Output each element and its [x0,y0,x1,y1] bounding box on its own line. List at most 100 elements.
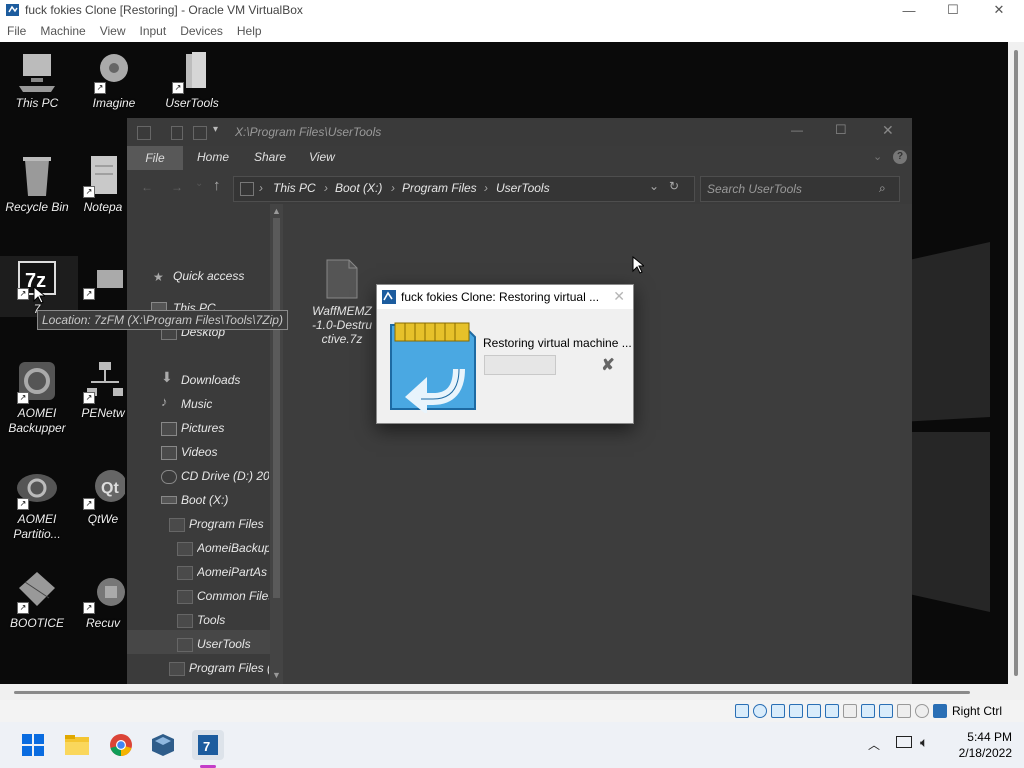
address-bar-row: ← → ⌄ ↑ › This PC › Boot (X:) › Program … [127,170,912,204]
display-status-icon[interactable] [842,704,857,718]
nav-boot-drive[interactable]: Boot (X:) [181,493,228,507]
cd-drive-icon [161,470,177,484]
nav-videos[interactable]: Videos [181,445,217,459]
menu-machine[interactable]: Machine [33,24,92,38]
folder-icon [177,566,193,580]
nav-program-files[interactable]: Program Files [189,517,264,531]
video-capture-status-icon[interactable] [860,704,875,718]
desktop-icon-aomei-partition[interactable]: ↗ AOMEI Partitio... [0,466,78,542]
show-hidden-icons-chevron-icon[interactable]: ︿ [868,736,880,753]
address-dropdown-icon[interactable]: ⌄ [649,179,659,193]
desktop-icon-usertools[interactable]: ↗ UserTools [151,50,233,111]
help-icon[interactable]: ? [893,150,907,164]
vertical-scrollbar-thumb[interactable] [1014,50,1018,676]
shared-folders-status-icon[interactable] [824,704,839,718]
cpu-status-icon[interactable] [896,704,911,718]
restore-progress-dialog[interactable]: fuck fokies Clone: Restoring virtual ...… [376,284,634,424]
nav-aomeipartas[interactable]: AomeiPartAs [197,565,269,579]
optical-drive-status-icon[interactable] [752,704,767,718]
file-list[interactable]: WaffMEMZ -1.0-Destru ctive.7z [283,204,912,684]
breadcrumb-program-files[interactable]: Program Files [402,181,477,195]
desktop-icon-bootice[interactable]: ↗ BOOTICE [0,570,78,631]
breadcrumb-this-pc[interactable]: This PC [273,181,316,195]
ribbon-tab-view[interactable]: View [309,150,335,164]
shortcut-arrow-icon: ↗ [17,392,29,404]
menu-devices[interactable]: Devices [173,24,230,38]
menu-input[interactable]: Input [133,24,174,38]
nav-usertools[interactable]: UserTools [197,637,251,651]
desktop-icon-this-pc[interactable]: This PC [0,50,78,111]
scroll-up-icon[interactable]: ▲ [272,206,281,216]
navigation-scrollbar[interactable]: ▲ ▼ [270,204,283,684]
breadcrumb-boot[interactable]: Boot (X:) [335,181,382,195]
dialog-close-button[interactable]: ✕ [613,288,625,305]
nav-music[interactable]: Music [181,397,212,411]
navigation-scrollbar-thumb[interactable] [273,218,280,598]
start-icon[interactable] [18,730,48,760]
explorer-close-button[interactable]: ✕ [882,122,894,139]
menu-help[interactable]: Help [230,24,269,38]
desktop-icon-qtweb[interactable]: Qt ↗ QtWe [73,466,133,527]
nav-quick-access[interactable]: Quick access [173,269,244,283]
nav-common-files[interactable]: Common Files [197,589,269,603]
audio-status-icon[interactable] [770,704,785,718]
file-explorer-icon[interactable] [62,730,92,760]
chrome-icon[interactable] [106,730,136,760]
explorer-minimize-button[interactable]: — [791,123,803,137]
search-box[interactable]: Search UserTools ⌕ [700,176,900,202]
volume-icon[interactable]: 🔈︎ [920,734,928,751]
expand-ribbon-icon[interactable]: ⌄ [873,150,882,163]
desktop-icon-aomei-backupper[interactable]: ↗ AOMEI Backupper [0,360,78,436]
nav-program-files-x86[interactable]: Program Files ( [189,661,269,675]
file-name-line: ctive.7z [321,332,363,346]
file-item[interactable]: WaffMEMZ -1.0-Destru ctive.7z [305,258,379,346]
ribbon-tab-share[interactable]: Share [254,150,286,164]
menu-view[interactable]: View [93,24,133,38]
desktop-icon-imagine[interactable]: ↗ Imagine [73,50,155,111]
close-button[interactable]: ✕ [976,0,1022,20]
nav-tools[interactable]: Tools [197,613,225,627]
nav-pictures[interactable]: Pictures [181,421,224,435]
ribbon-tab-home[interactable]: Home [197,150,229,164]
maximize-button[interactable]: ☐ [930,0,976,20]
up-icon[interactable]: ↑ [213,177,221,194]
clock-time[interactable]: 5:44 PM [952,730,1012,744]
customize-toolbar-icon[interactable]: ▾ [213,124,218,135]
desktop-icon-drive[interactable]: ↗ [73,256,133,300]
recent-locations-icon[interactable]: ⌄ [195,178,203,189]
back-icon[interactable]: ← [141,180,153,194]
recycle-bin-icon [15,154,59,198]
explorer-maximize-button[interactable]: ☐ [835,122,847,138]
forward-icon[interactable]: → [171,180,183,194]
network-status-icon[interactable] [788,704,803,718]
desktop-icon-recycle-bin[interactable]: Recycle Bin [0,154,78,215]
ribbon-tab-file[interactable]: File [127,146,183,170]
clock-date[interactable]: 2/18/2022 [942,746,1012,760]
quick-access-toolbar-icon[interactable] [137,126,151,140]
minimize-button[interactable]: — [886,0,932,20]
menu-file[interactable]: File [0,24,33,38]
desktop-icon-notepad[interactable]: ↗ Notepa [73,154,133,215]
navigation-pane[interactable]: ★ Quick access This PC Desktop ⬇ Downloa… [127,204,283,684]
refresh-icon[interactable]: ↻ [669,179,679,193]
desktop-icon-penetwork[interactable]: ↗ PENetw [73,360,133,421]
breadcrumb-usertools[interactable]: UserTools [496,181,550,195]
nav-downloads[interactable]: Downloads [181,373,240,387]
scroll-down-icon[interactable]: ▼ [272,670,281,680]
nav-aomeibackup[interactable]: AomeiBackup [197,541,269,555]
usb-status-icon[interactable] [806,704,821,718]
properties-icon[interactable] [171,126,183,140]
host-key-arrow-icon[interactable] [932,704,947,718]
hard-disk-status-icon[interactable] [734,704,749,718]
network-tray-icon[interactable] [896,736,912,748]
cancel-button[interactable]: ✘ [599,357,617,375]
screen-status-icon[interactable] [878,704,893,718]
desktop-icon-recuva[interactable]: ↗ Recuv [73,570,133,631]
mouse-integration-status-icon[interactable] [914,704,929,718]
virtualbox-vm-icon[interactable]: 7 [192,730,224,760]
virtualbox-icon [382,290,396,304]
horizontal-scrollbar-thumb[interactable] [14,691,970,694]
virtualbox-icon[interactable] [148,730,178,760]
nav-cd-drive[interactable]: CD Drive (D:) 20 [181,469,269,483]
new-folder-icon[interactable] [193,126,207,140]
